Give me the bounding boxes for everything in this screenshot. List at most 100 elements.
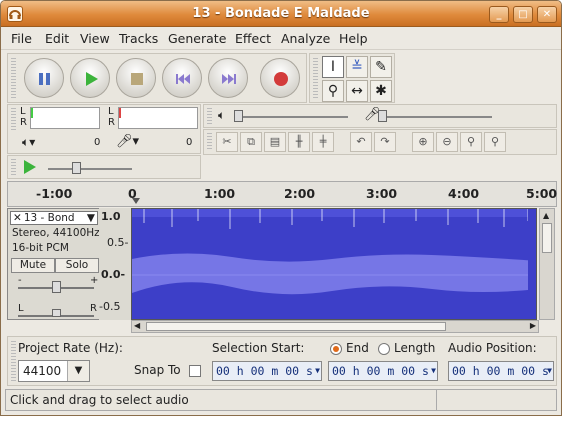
ruler-label: 5:00 [526, 186, 558, 201]
redo-icon: ↷ [380, 135, 390, 148]
selection-end-time[interactable]: 00 h 00 m 00 s ▼ [328, 361, 438, 381]
skip-to-end-button[interactable] [208, 58, 248, 98]
scroll-up-arrow[interactable]: ▲ [543, 211, 549, 220]
record-icon [274, 72, 288, 86]
copy-button[interactable]: ⧉ [240, 132, 262, 152]
zoom-out-button[interactable]: ⊖ [436, 132, 458, 152]
scissors-icon: ✂ [222, 135, 232, 148]
horizontal-scrollbar[interactable]: ◀ ▶ [131, 320, 539, 333]
output-level-meter[interactable] [30, 107, 100, 129]
chevron-down-icon: ▼ [86, 212, 95, 224]
output-meter-value: 0 [94, 137, 101, 148]
speed-grip[interactable] [11, 159, 16, 175]
ruler-label: -1:00 [36, 186, 73, 201]
menu-help[interactable]: Help [339, 31, 368, 46]
zoom-in-button[interactable]: ⊕ [412, 132, 434, 152]
horizontal-scroll-thumb[interactable] [146, 322, 446, 331]
maximize-button[interactable]: □ [513, 6, 533, 23]
pan-left-label: L [18, 303, 24, 314]
menu-effect[interactable]: Effect [235, 31, 271, 46]
solo-button[interactable]: Solo [55, 258, 99, 273]
selection-start-label: Selection Start: [212, 341, 305, 355]
mute-button[interactable]: Mute [11, 258, 55, 273]
playhead-marker[interactable] [132, 198, 140, 204]
project-rate-value: 44100 [23, 364, 62, 378]
scroll-right-arrow[interactable]: ▶ [530, 321, 536, 330]
play-button[interactable] [70, 58, 110, 98]
meter-grip[interactable] [11, 108, 16, 130]
output-volume-icon: 🔈︎ [218, 108, 226, 122]
menu-generate[interactable]: Generate [168, 31, 226, 46]
scroll-left-arrow[interactable]: ◀ [134, 321, 140, 330]
input-volume-slider[interactable] [378, 110, 492, 122]
mute-label: Mute [19, 259, 47, 271]
input-level-meter[interactable] [118, 107, 198, 129]
selection-tool[interactable]: I [322, 56, 344, 78]
draw-tool[interactable]: ✎ [370, 56, 392, 78]
minimize-button[interactable]: _ [489, 6, 509, 23]
project-rate-select[interactable]: 44100 ▼ [18, 360, 90, 382]
menu-file[interactable]: File [11, 31, 32, 46]
menu-view[interactable]: View [80, 31, 110, 46]
selection-grip[interactable] [11, 341, 16, 381]
stop-button[interactable] [116, 58, 156, 98]
tools-grip[interactable] [313, 58, 318, 98]
selection-start-time[interactable]: 00 h 00 m 00 s ▼ [212, 361, 322, 381]
pause-icon [39, 73, 50, 85]
fit-project-button[interactable]: ⚲ [484, 132, 506, 152]
redo-button[interactable]: ↷ [374, 132, 396, 152]
length-radio[interactable] [378, 343, 390, 355]
skip-to-start-button[interactable] [162, 58, 202, 98]
zoom-out-icon: ⊖ [442, 135, 452, 148]
window-title: 13 - Bondade E Maldade [192, 6, 370, 21]
vertical-scroll-thumb[interactable] [542, 223, 552, 253]
paste-button[interactable]: ▤ [264, 132, 286, 152]
menu-edit[interactable]: Edit [45, 31, 69, 46]
playback-speed-slider[interactable] [48, 162, 132, 174]
mixer-toolbar: 🔈︎ 🎤︎ [203, 104, 557, 128]
mixer-grip[interactable] [207, 108, 212, 124]
close-window-button[interactable]: ✕ [537, 6, 557, 23]
audio-position-time[interactable]: 00 h 00 m 00 s ▼ [448, 361, 554, 381]
end-radio[interactable] [330, 343, 342, 355]
timeline-ruler[interactable]: -1:00 0 1:00 2:00 3:00 4:00 5:00 [7, 181, 557, 207]
fit-selection-button[interactable]: ⚲ [460, 132, 482, 152]
envelope-tool[interactable]: ≚ [346, 56, 368, 78]
audio-time-value: 00 h 00 m 00 s [452, 364, 549, 378]
fit-selection-icon: ⚲ [466, 135, 476, 148]
timeshift-tool[interactable]: ↔ [346, 80, 368, 102]
amplitude-axis: 1.0 0.5- 0.0- -0.5 [99, 208, 131, 320]
output-volume-slider[interactable] [234, 110, 348, 122]
silence-button[interactable]: ╪ [312, 132, 334, 152]
envelope-icon: ≚ [351, 59, 363, 75]
selection-toolbar: Project Rate (Hz): 44100 ▼ Snap To Selec… [7, 336, 557, 386]
zoom-in-icon: ⊕ [418, 135, 428, 148]
edit-grip[interactable] [207, 133, 212, 151]
track-title-bar[interactable]: ✕ 13 - Bond ▼ [10, 211, 98, 225]
microphone-icon[interactable]: 🎤︎▾ [116, 134, 139, 149]
undo-button[interactable]: ↶ [350, 132, 372, 152]
snap-to-checkbox[interactable] [189, 365, 201, 377]
zoom-tool[interactable]: ⚲ [322, 80, 344, 102]
amplitude-label: 1.0 [101, 210, 121, 223]
vertical-scrollbar[interactable]: ▲ [539, 208, 555, 320]
gain-slider[interactable] [18, 281, 94, 293]
pan-slider[interactable] [18, 309, 94, 317]
menu-analyze[interactable]: Analyze [281, 31, 330, 46]
waveform-display[interactable] [131, 208, 537, 320]
track-format-channels: Stereo, 44100Hz [12, 227, 100, 239]
speaker-icon[interactable]: 🔈︎▾ [22, 135, 35, 150]
record-button[interactable] [260, 58, 300, 98]
close-track-icon[interactable]: ✕ [11, 212, 24, 224]
trim-button[interactable]: ╫ [288, 132, 310, 152]
transport-toolbar [7, 53, 307, 103]
waveform-svg [132, 209, 536, 319]
toolbar-grip[interactable] [11, 58, 16, 98]
multi-tool[interactable]: ✱ [370, 80, 392, 102]
snap-to-label: Snap To [134, 363, 181, 377]
play-at-speed-button[interactable] [20, 158, 40, 176]
pause-button[interactable] [24, 58, 64, 98]
track-name: 13 - Bond [23, 212, 75, 224]
cut-button[interactable]: ✂ [216, 132, 238, 152]
menu-tracks[interactable]: Tracks [119, 31, 158, 46]
